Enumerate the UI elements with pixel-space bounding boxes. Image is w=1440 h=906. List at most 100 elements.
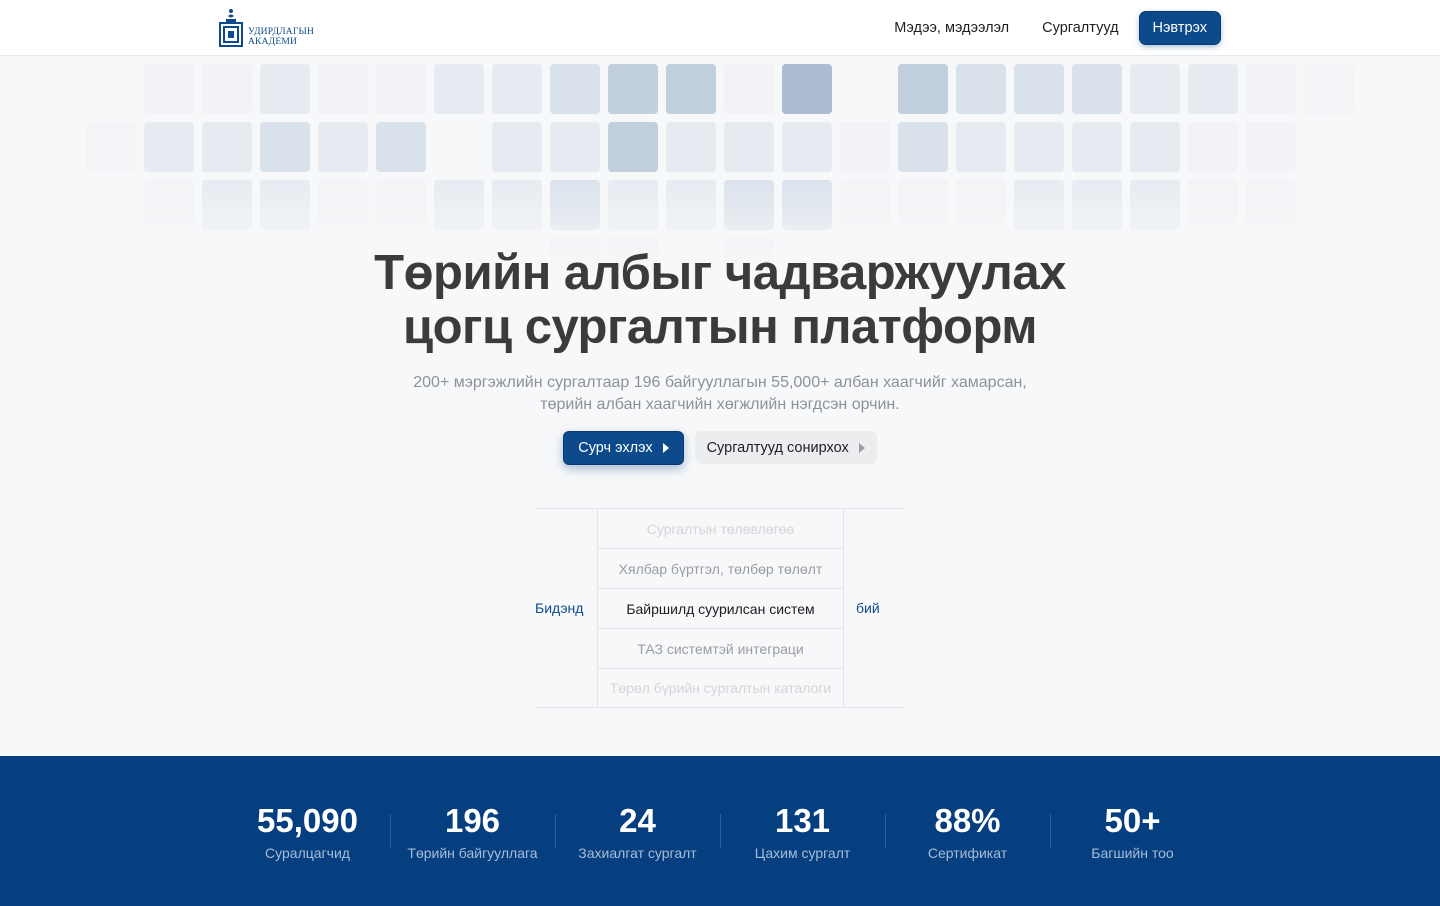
decorative-tile: [492, 64, 542, 114]
decorative-tile: [1014, 122, 1064, 172]
decorative-tile: [260, 122, 310, 172]
logo[interactable]: УДИРДЛАГЫН АКАДЕМИ: [219, 8, 319, 48]
stat-value: 50+: [1104, 802, 1161, 839]
hero-section: Төрийн албыг чадваржуулах цогц сургалтын…: [0, 246, 1440, 465]
stat-value: 24: [619, 802, 656, 839]
decorative-tile: [1130, 122, 1180, 172]
stat-value: 55,090: [257, 802, 358, 839]
rotator-list: Сургалтын төлөвлөгөө Хялбар бүртгэл, төл…: [597, 509, 843, 707]
browse-courses-button[interactable]: Сургалтууд сонирхох: [694, 431, 877, 464]
rotator-prefix: Бидэнд: [535, 600, 584, 616]
rotator-suffix: бий: [843, 509, 905, 707]
decorative-tile: [782, 122, 832, 172]
decorative-tile: [1072, 180, 1122, 230]
stat-online-courses: 131 Цахим сургалт: [720, 802, 885, 861]
decorative-tile: [956, 122, 1006, 172]
decorative-tile: [782, 64, 832, 114]
decorative-tile: [1304, 64, 1354, 114]
caret-right-icon: [858, 442, 865, 453]
decorative-tile: [144, 122, 194, 172]
stats-band: 55,090 Суралцагчид 196 Төрийн байгууллаг…: [0, 756, 1440, 906]
stat-label: Цахим сургалт: [754, 845, 851, 861]
decorative-tile: [492, 180, 542, 230]
decorative-tile: [376, 64, 426, 114]
decorative-tile: [144, 180, 194, 230]
stat-label: Багшийн тоо: [1091, 845, 1174, 861]
decorative-tile: [724, 122, 774, 172]
nav-item-courses[interactable]: Сургалтууд: [1042, 20, 1118, 36]
decorative-tile: [1130, 180, 1180, 230]
browse-courses-label: Сургалтууд сонирхох: [706, 439, 849, 456]
decorative-tile: [86, 122, 136, 172]
decorative-tile: [434, 180, 484, 230]
decorative-tile: [202, 180, 252, 230]
stat-label: Сертификат: [927, 845, 1008, 861]
feature-rotator: Бидэнд Сургалтын төлөвлөгөө Хялбар бүртг…: [535, 508, 905, 708]
decorative-tile: [782, 180, 832, 230]
decorative-tile: [202, 122, 252, 172]
decorative-tile: [376, 122, 426, 172]
decorative-tile: [840, 122, 890, 172]
main-nav: Мэдээ, мэдээлэл Сургалтууд Нэвтрэх: [894, 11, 1221, 45]
decorative-tile: [550, 64, 600, 114]
decorative-tile: [608, 180, 658, 230]
decorative-tile: [840, 180, 890, 230]
decorative-tile: [492, 122, 542, 172]
decorative-tile: [898, 180, 948, 230]
stat-label: Төрийн байгууллага: [407, 845, 538, 861]
decorative-tile: [260, 180, 310, 230]
hero-title-line-2: цогц сургалтын платформ: [403, 300, 1038, 354]
stat-value: 131: [774, 802, 831, 839]
decorative-tile: [1014, 64, 1064, 114]
decorative-tile: [86, 64, 136, 114]
decorative-tile: [898, 64, 948, 114]
stat-label: Суралцагчид: [265, 845, 350, 861]
stat-custom-courses: 24 Захиалгат сургалт: [555, 802, 720, 861]
decorative-tile: [724, 64, 774, 114]
start-learning-label: Сурч эхлэх: [578, 440, 653, 456]
decorative-tile: [840, 64, 890, 114]
decorative-tile: [1014, 180, 1064, 230]
start-learning-button[interactable]: Сурч эхлэх: [563, 431, 684, 465]
decorative-tile: [260, 64, 310, 114]
stat-teachers: 50+ Багшийн тоо: [1050, 802, 1215, 861]
login-button[interactable]: Нэвтрэх: [1138, 11, 1221, 45]
decorative-tile: [608, 64, 658, 114]
decorative-tile: [144, 64, 194, 114]
decorative-tile: [1072, 64, 1122, 114]
stat-label: Захиалгат сургалт: [578, 845, 697, 861]
logo-wordmark: УДИРДЛАГЫН АКАДЕМИ: [248, 27, 314, 48]
decorative-tile: [898, 122, 948, 172]
nav-item-news[interactable]: Мэдээ, мэдээлэл: [894, 20, 1009, 36]
decorative-tile: [608, 122, 658, 172]
hero-subtitle-line-1: 200+ мэргэжлийн сургалтаар 196 байгуулла…: [413, 374, 1027, 391]
hero-subtitle: 200+ мэргэжлийн сургалтаар 196 байгуулла…: [0, 372, 1440, 416]
decorative-tile: [318, 180, 368, 230]
decorative-tile: [1246, 180, 1296, 230]
hero-title: Төрийн албыг чадваржуулах цогц сургалтын…: [0, 246, 1440, 354]
decorative-tile: [1188, 122, 1238, 172]
decorative-tile: [1246, 122, 1296, 172]
decorative-tile: [550, 122, 600, 172]
hero-title-line-1: Төрийн албыг чадваржуулах: [374, 246, 1066, 300]
decorative-tile: [376, 180, 426, 230]
hero-subtitle-line-2: төрийн албан хаагчийн хөгжлийн нэгдсэн о…: [540, 396, 900, 413]
decorative-tile: [318, 122, 368, 172]
decorative-tile: [1188, 64, 1238, 114]
caret-right-icon: [662, 443, 669, 453]
decorative-tile: [202, 64, 252, 114]
decorative-tile: [666, 64, 716, 114]
stat-certificates: 88% Сертификат: [885, 802, 1050, 861]
decorative-tile: [1130, 64, 1180, 114]
decorative-tile: [956, 180, 1006, 230]
decorative-tile: [434, 64, 484, 114]
decorative-tile: [666, 122, 716, 172]
rotator-item: Хялбар бүртгэл, төлбөр төлөлт: [598, 549, 843, 589]
decorative-tile: [1304, 122, 1354, 172]
decorative-tile: [1246, 64, 1296, 114]
stat-value: 196: [444, 802, 501, 839]
stat-organizations: 196 Төрийн байгууллага: [390, 802, 555, 861]
rotator-item: ТАЗ системтэй интеграци: [598, 629, 843, 669]
decorative-tile: [1188, 180, 1238, 230]
rotator-item: Сургалтын төлөвлөгөө: [598, 509, 843, 549]
